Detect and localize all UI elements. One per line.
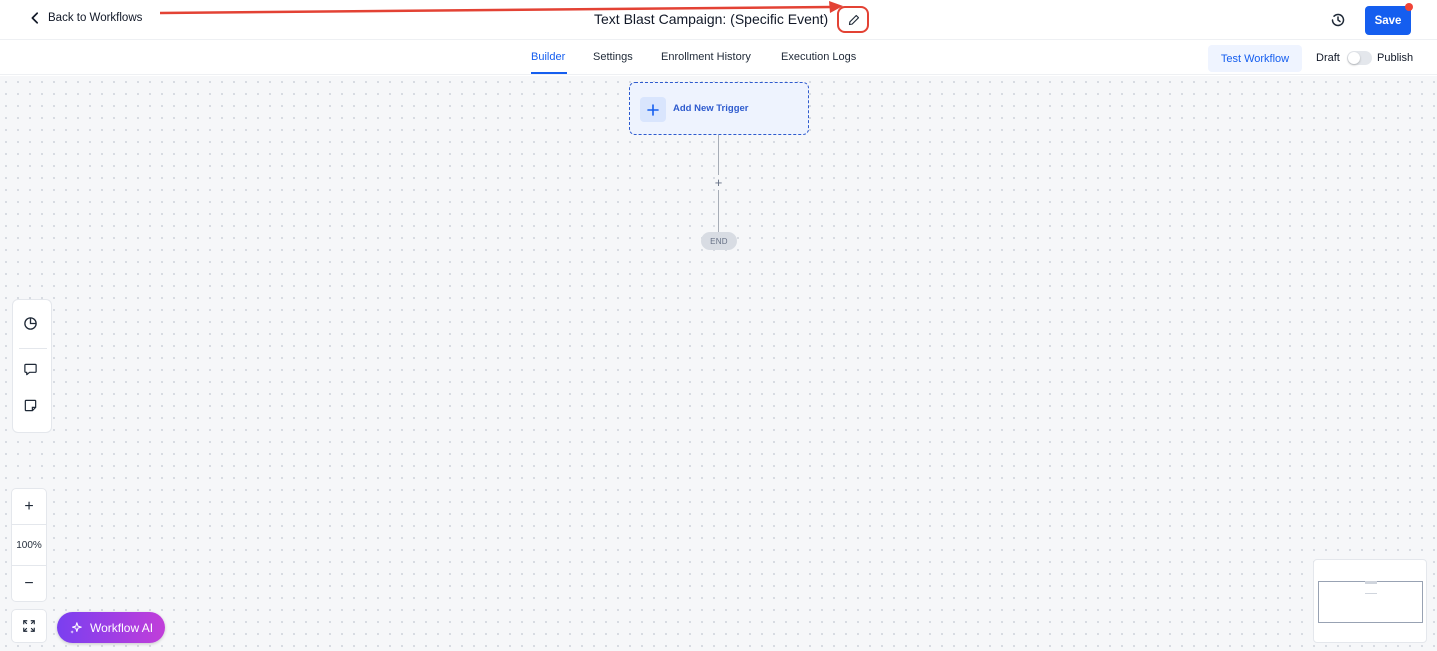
comment-tool-button[interactable] (23, 362, 42, 381)
edit-title-button[interactable] (841, 9, 867, 31)
minimap-end-node (1365, 593, 1377, 594)
pencil-icon (848, 14, 860, 26)
canvas-minimap[interactable] (1313, 559, 1427, 643)
unsaved-indicator-dot (1405, 3, 1413, 11)
comment-icon (24, 363, 37, 376)
tools-divider (19, 348, 47, 349)
plus-icon (640, 97, 666, 122)
tab-settings[interactable]: Settings (593, 51, 633, 63)
workflow-ai-button[interactable]: Workflow AI (57, 612, 165, 643)
zoom-out-button[interactable]: − (12, 565, 46, 601)
canvas-tools-panel (12, 299, 52, 433)
tab-enrollment-history[interactable]: Enrollment History (661, 51, 751, 63)
back-to-workflows-link[interactable]: Back to Workflows (28, 11, 142, 25)
sticky-note-icon (24, 399, 37, 412)
toggle-knob (1348, 52, 1360, 64)
add-new-trigger-label: Add New Trigger (673, 103, 749, 114)
zoom-controls: + 100% − (11, 488, 47, 602)
connector-line-top (718, 135, 719, 175)
back-label: Back to Workflows (48, 12, 143, 24)
sticky-note-tool-button[interactable] (23, 398, 42, 417)
fit-view-icon (23, 620, 35, 632)
top-bar: Back to Workflows Text Blast Campaign: (… (0, 0, 1437, 40)
chevron-left-icon (31, 12, 39, 24)
version-history-button[interactable] (1329, 11, 1347, 29)
minimap-trigger-node (1365, 581, 1377, 584)
connector-line-bottom (718, 190, 719, 232)
sparkles-icon (70, 621, 82, 634)
fit-view-button[interactable] (11, 609, 47, 643)
tab-execution-logs[interactable]: Execution Logs (781, 51, 856, 63)
add-new-trigger-card[interactable]: Add New Trigger (629, 82, 809, 135)
minimap-viewport[interactable] (1318, 581, 1423, 623)
pie-chart-tool-button[interactable] (23, 316, 42, 335)
draft-label: Draft (1316, 52, 1340, 64)
zoom-level: 100% (16, 540, 42, 551)
workflow-ai-label: Workflow AI (90, 620, 154, 635)
save-button[interactable]: Save (1365, 6, 1411, 35)
publish-toggle[interactable] (1347, 51, 1372, 65)
clock-history-icon (1331, 13, 1345, 27)
pie-chart-icon (24, 317, 37, 330)
add-step-button[interactable]: + (711, 175, 726, 190)
workflow-title: Text Blast Campaign: (Specific Event) (594, 11, 829, 27)
active-tab-underline (531, 72, 567, 74)
tab-builder[interactable]: Builder (531, 51, 565, 63)
zoom-in-button[interactable]: + (12, 489, 46, 525)
end-node: END (701, 232, 737, 250)
publish-label: Publish (1377, 52, 1414, 64)
test-workflow-button[interactable]: Test Workflow (1208, 45, 1302, 72)
